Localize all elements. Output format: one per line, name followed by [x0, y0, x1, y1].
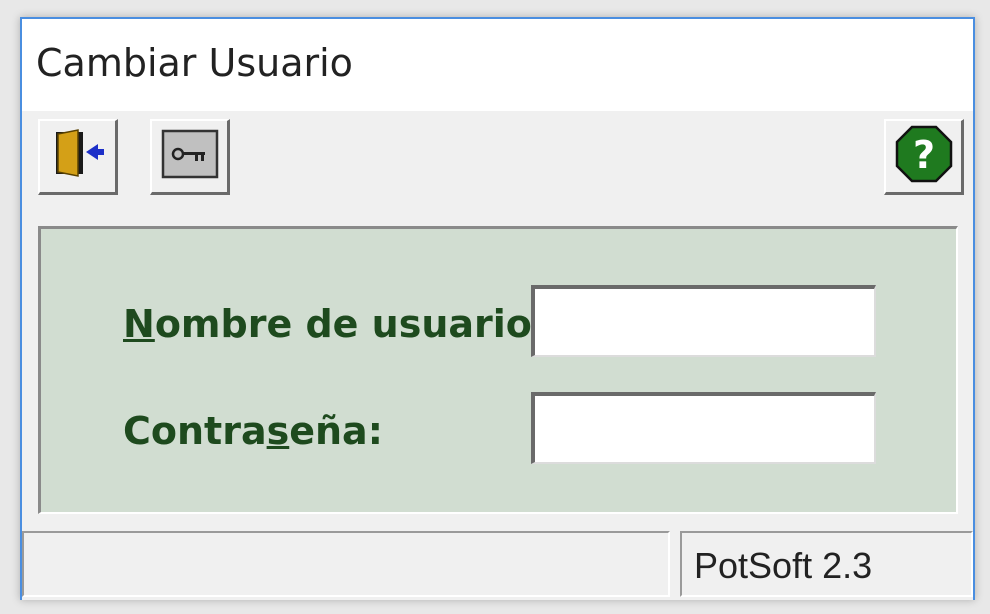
help-button[interactable]: ? [884, 119, 964, 195]
key-button[interactable] [150, 119, 230, 195]
login-panel: Nombre de usuario: Contraseña: [38, 226, 958, 514]
title-bar: Cambiar Usuario [22, 19, 973, 111]
door-exit-icon [50, 128, 106, 185]
password-input[interactable] [531, 392, 876, 464]
window-title: Cambiar Usuario [36, 41, 353, 85]
username-input[interactable] [531, 285, 876, 357]
exit-button[interactable] [38, 119, 118, 195]
status-pane-left [22, 531, 670, 597]
status-pane-version: PotSoft 2.3 [680, 531, 973, 597]
svg-text:?: ? [912, 133, 934, 177]
help-question-icon: ? [894, 124, 954, 189]
key-icon [160, 128, 220, 185]
password-label: Contraseña: [123, 409, 383, 453]
version-label: PotSoft 2.3 [694, 545, 873, 586]
username-label: Nombre de usuario: [123, 302, 548, 346]
login-window: Cambiar Usuario ? Nombre de usuario: Con… [20, 17, 975, 600]
status-bar: PotSoft 2.3 [22, 527, 973, 600]
